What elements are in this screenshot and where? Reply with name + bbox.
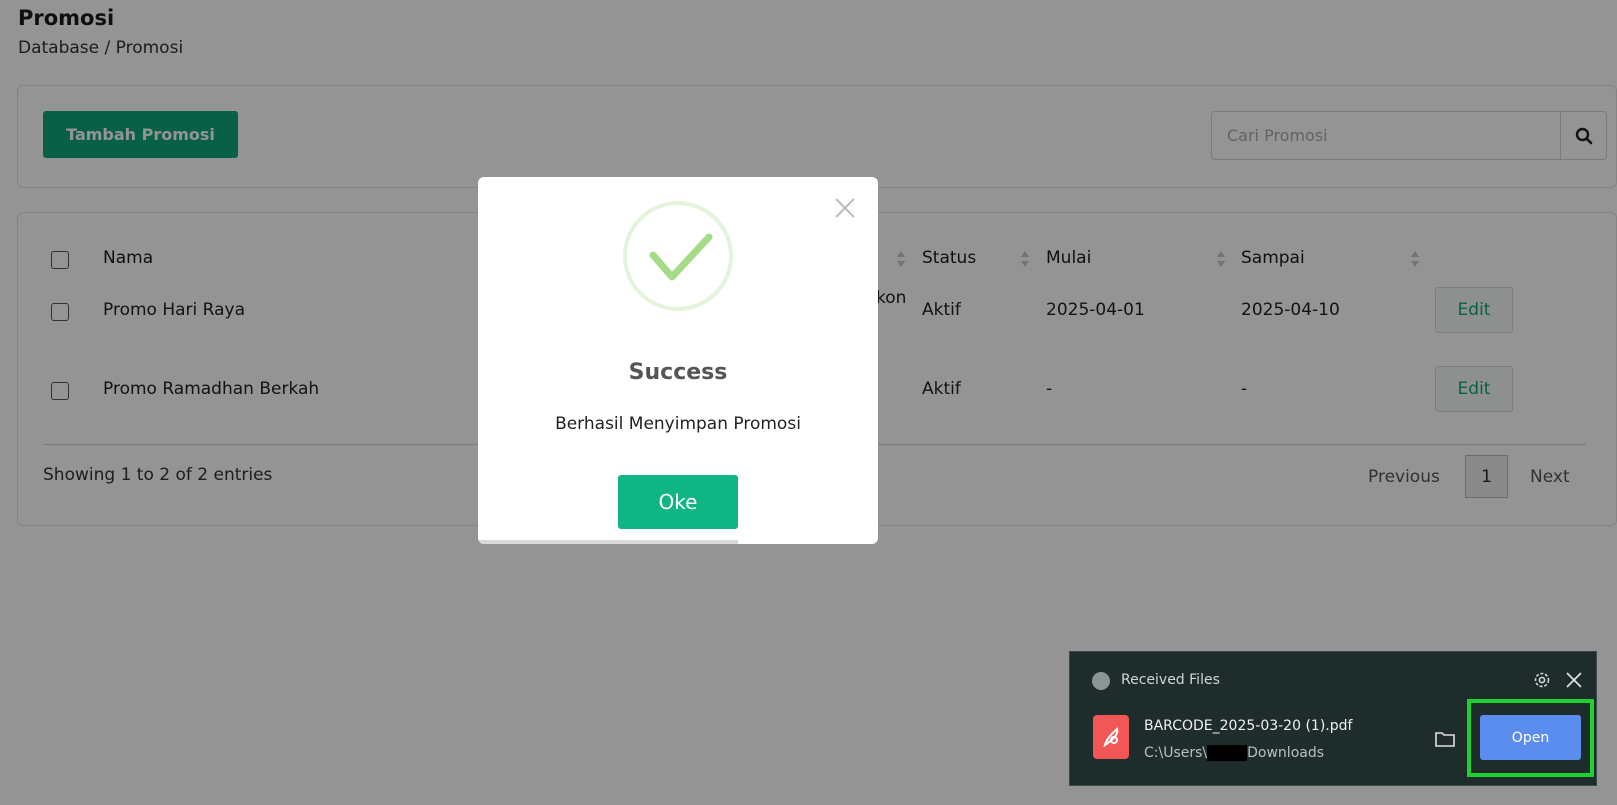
pdf-file-icon [1093, 715, 1129, 759]
notification-title: Received Files [1121, 672, 1220, 688]
close-icon[interactable] [832, 195, 858, 221]
redacted-username [1207, 745, 1248, 761]
close-icon[interactable] [1564, 670, 1584, 690]
file-path-prefix: C:\Users\ [1144, 745, 1208, 761]
ok-button[interactable]: Oke [618, 475, 738, 529]
success-modal: Success Berhasil Menyimpan Promosi Oke [478, 177, 878, 544]
file-path-suffix: Downloads [1247, 745, 1325, 761]
modal-title: Success [628, 360, 728, 385]
success-check-icon [623, 201, 733, 311]
gear-icon[interactable] [1532, 670, 1552, 690]
file-path: C:\Users\ Downloads [1144, 745, 1324, 761]
received-files-notification: Received Files BARCODE_2025-03-20 (1).pd… [1069, 651, 1597, 786]
open-file-button[interactable]: Open [1480, 715, 1581, 760]
folder-icon[interactable] [1434, 729, 1456, 749]
timer-progress-bar [478, 540, 738, 544]
modal-message: Berhasil Menyimpan Promosi [555, 414, 801, 434]
app-logo-icon [1092, 672, 1110, 690]
file-name[interactable]: BARCODE_2025-03-20 (1).pdf [1144, 718, 1352, 734]
